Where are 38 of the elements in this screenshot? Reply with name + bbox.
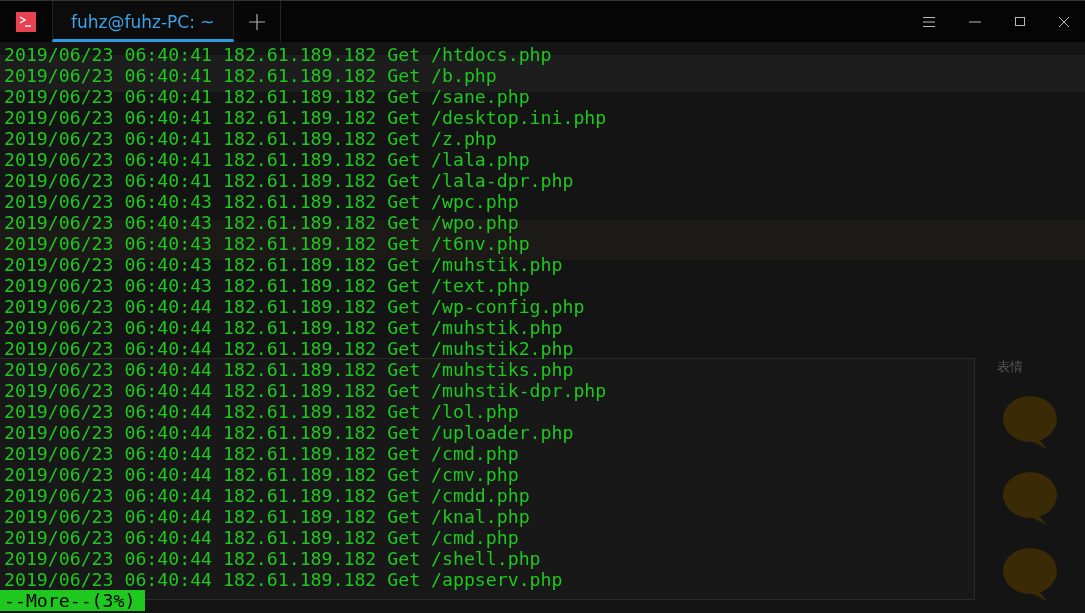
log-line: 2019/06/23 06:40:44 182.61.189.182 Get /muhstiks.php (4, 359, 574, 380)
log-line: 2019/06/23 06:40:41 182.61.189.182 Get /b.php (4, 65, 497, 86)
log-line: 2019/06/23 06:40:43 182.61.189.182 Get /wpo.php (4, 212, 519, 233)
log-line: 2019/06/23 06:40:43 182.61.189.182 Get /wpc.php (4, 191, 519, 212)
log-line: 2019/06/23 06:40:44 182.61.189.182 Get /cmd.php (4, 527, 519, 548)
terminal-icon[interactable] (16, 11, 36, 32)
log-line: 2019/06/23 06:40:44 182.61.189.182 Get /cmdd.php (4, 485, 530, 506)
log-line: 2019/06/23 06:40:44 182.61.189.182 Get /muhstik2.php (4, 338, 574, 359)
log-line: 2019/06/23 06:40:41 182.61.189.182 Get /lala.php (4, 149, 530, 170)
log-line: 2019/06/23 06:40:44 182.61.189.182 Get /muhstik.php (4, 317, 563, 338)
terminal-tab[interactable]: fuhz@fuhz-PC: ~ (52, 1, 234, 42)
close-icon[interactable] (1059, 16, 1069, 27)
log-line: 2019/06/23 06:40:44 182.61.189.182 Get /wp-config.php (4, 296, 585, 317)
emoticon-icon (1001, 469, 1059, 527)
minimize-icon[interactable] (969, 20, 981, 23)
log-line: 2019/06/23 06:40:44 182.61.189.182 Get /cmd.php (4, 443, 519, 464)
log-line: 2019/06/23 06:40:41 182.61.189.182 Get /sane.php (4, 86, 530, 107)
log-line: 2019/06/23 06:40:43 182.61.189.182 Get /t6nv.php (4, 233, 530, 254)
maximize-icon[interactable] (1015, 17, 1025, 26)
log-line: 2019/06/23 06:40:44 182.61.189.182 Get /appserv.php (4, 569, 563, 590)
log-line: 2019/06/23 06:40:44 182.61.189.182 Get /muhstik-dpr.php (4, 380, 607, 401)
log-line: 2019/06/23 06:40:41 182.61.189.182 Get /htdocs.php (4, 44, 552, 65)
log-line: 2019/06/23 06:40:44 182.61.189.182 Get /uploader.php (4, 422, 574, 443)
log-line: 2019/06/23 06:40:44 182.61.189.182 Get /shell.php (4, 548, 541, 569)
log-line: 2019/06/23 06:40:43 182.61.189.182 Get /muhstik.php (4, 254, 563, 275)
log-line: 2019/06/23 06:40:41 182.61.189.182 Get /lala-dpr.php (4, 170, 574, 191)
plus-icon (247, 12, 266, 31)
log-line: 2019/06/23 06:40:44 182.61.189.182 Get /knal.php (4, 506, 530, 527)
emoticon-icon (1001, 545, 1059, 603)
pager-prompt: --More--(3%) (0, 590, 146, 611)
log-line: 2019/06/23 06:40:44 182.61.189.182 Get /cmv.php (4, 464, 519, 485)
sidebar-title: 表情 (997, 358, 1024, 376)
log-line: 2019/06/23 06:40:43 182.61.189.182 Get /text.php (4, 275, 530, 296)
log-line: 2019/06/23 06:40:41 182.61.189.182 Get /z.php (4, 128, 497, 149)
emoticon-icon (1001, 393, 1059, 451)
menu-icon[interactable] (923, 16, 935, 27)
log-line: 2019/06/23 06:40:44 182.61.189.182 Get /lol.php (4, 401, 519, 422)
log-line: 2019/06/23 06:40:41 182.61.189.182 Get /desktop.ini.php (4, 107, 607, 128)
